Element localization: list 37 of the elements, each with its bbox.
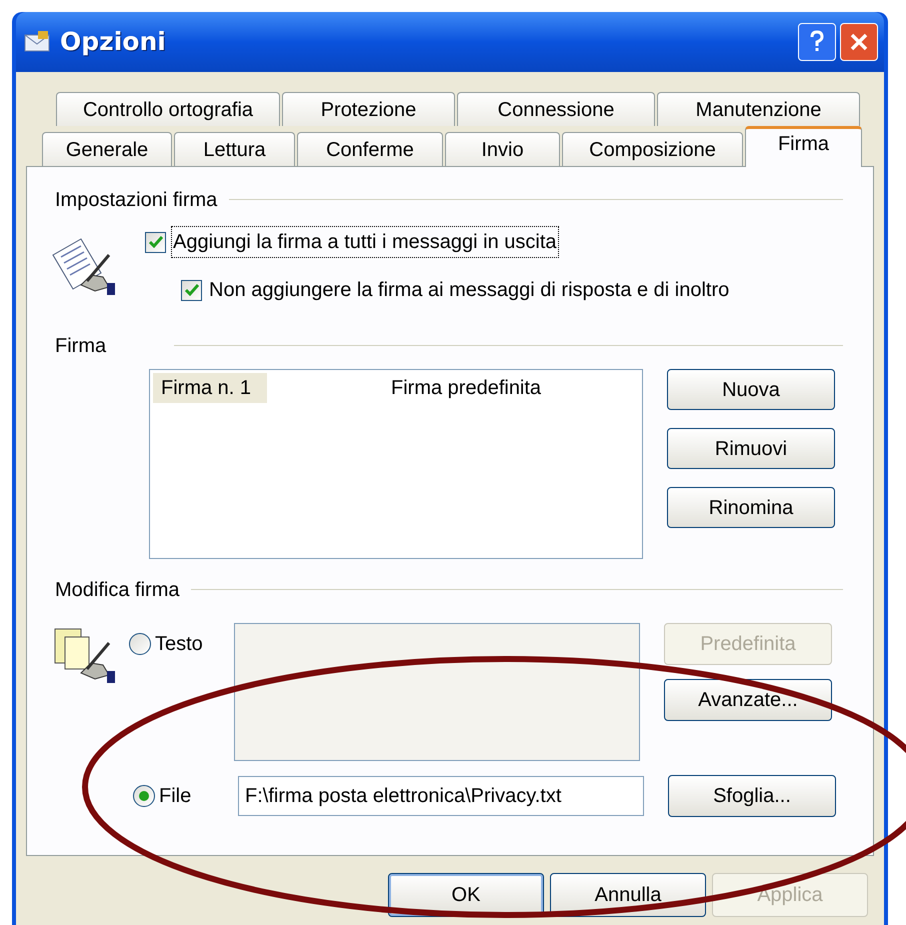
browse-button[interactable]: Sfoglia... bbox=[668, 775, 836, 817]
tab[interactable]: Controllo ortografia bbox=[56, 92, 280, 126]
list-item-name: Firma n. 1 bbox=[153, 373, 267, 403]
question-mark-icon bbox=[809, 30, 825, 54]
check-icon bbox=[184, 284, 198, 296]
checkbox[interactable] bbox=[145, 232, 166, 252]
check-icon bbox=[148, 236, 162, 248]
list-action-button[interactable]: Rinomina bbox=[667, 487, 835, 528]
section-heading: Firma bbox=[55, 334, 106, 359]
list-item-note: Firma predefinita bbox=[391, 376, 542, 401]
list-row[interactable]: Firma n. 1 Firma predefinita bbox=[153, 373, 639, 403]
tab[interactable]: Protezione bbox=[282, 92, 455, 126]
tab[interactable]: Connessione bbox=[457, 92, 655, 126]
list-action-button[interactable]: Nuova bbox=[667, 369, 835, 410]
list-action-button[interactable]: Rimuovi bbox=[667, 428, 835, 469]
close-icon bbox=[849, 32, 869, 52]
help-button[interactable] bbox=[798, 23, 836, 61]
tab[interactable]: Manutenzione bbox=[657, 92, 860, 126]
checkbox-label: Non aggiungere la firma ai messaggi di risposta e di inoltro bbox=[208, 278, 730, 303]
edit-action-button[interactable]: Avanzate... bbox=[664, 679, 832, 721]
tab[interactable]: Firma bbox=[745, 126, 862, 167]
window-title: Opzioni bbox=[60, 26, 166, 58]
radio-button[interactable] bbox=[129, 633, 151, 655]
section-heading: Modifica firma bbox=[55, 578, 180, 603]
tab[interactable]: Composizione bbox=[562, 132, 743, 166]
radio-button[interactable] bbox=[133, 785, 155, 807]
section-heading: Impostazioni firma bbox=[55, 188, 218, 213]
checkbox[interactable] bbox=[181, 280, 202, 300]
tab[interactable]: Lettura bbox=[174, 132, 295, 166]
radio-label: Testo bbox=[155, 633, 203, 655]
tab[interactable]: Generale bbox=[42, 132, 172, 166]
checkbox-label: Aggiungi la firma a tutti i messaggi in uscita bbox=[172, 227, 558, 257]
radio-label: File bbox=[159, 784, 192, 809]
file-path-field[interactable]: F:\firma posta elettronica\Privacy.txt bbox=[238, 776, 644, 816]
close-button[interactable] bbox=[840, 23, 878, 61]
tab[interactable]: Conferme bbox=[297, 132, 443, 166]
tab[interactable]: Invio bbox=[445, 132, 560, 166]
